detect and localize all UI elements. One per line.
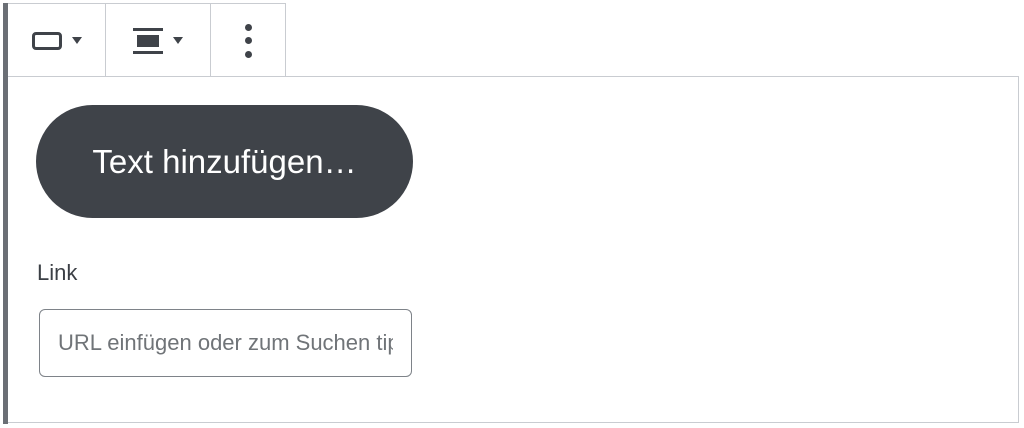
caret-down-icon — [173, 37, 183, 44]
link-label: Link — [37, 260, 78, 285]
button-block: Text hinzufügen… Link — [8, 76, 1019, 423]
button-text-field[interactable]: Text hinzufügen… — [36, 105, 413, 218]
caret-down-icon — [71, 37, 82, 44]
more-options-button[interactable] — [211, 4, 285, 77]
block-toolbar — [8, 3, 286, 77]
button-style-icon — [31, 31, 62, 50]
url-input[interactable] — [39, 309, 412, 377]
align-center-icon — [133, 27, 163, 54]
more-vertical-icon — [244, 23, 252, 58]
block-style-dropdown[interactable] — [8, 4, 106, 77]
alignment-dropdown[interactable] — [106, 4, 211, 77]
